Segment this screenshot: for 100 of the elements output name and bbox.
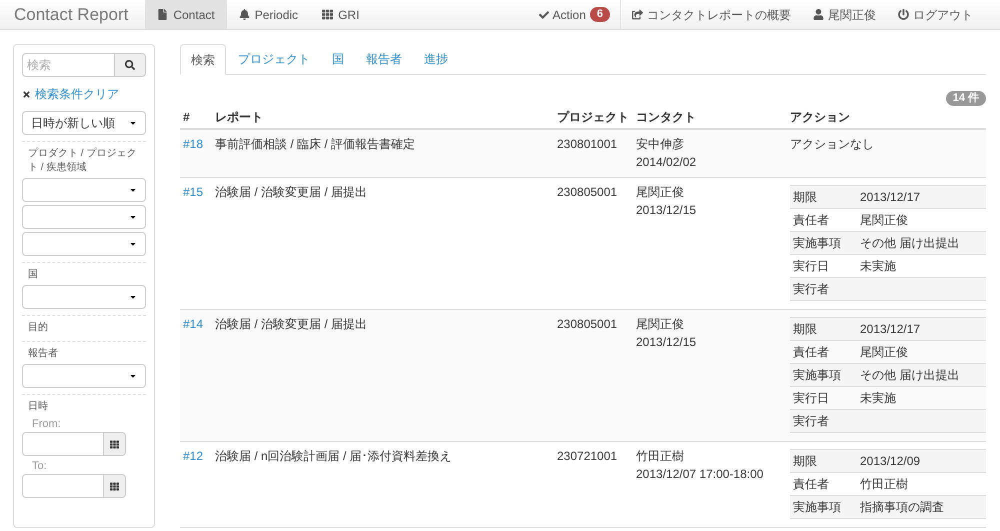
action-value: 未実施 bbox=[860, 258, 896, 275]
nav-link[interactable]: 尾関正俊 bbox=[802, 0, 887, 29]
project-code: 230805001 bbox=[557, 316, 618, 333]
action-label: 期限 bbox=[792, 453, 818, 470]
caret-icon bbox=[129, 186, 137, 194]
search-field[interactable]: 検索 bbox=[22, 53, 115, 77]
user-icon bbox=[813, 9, 824, 20]
dropdown[interactable] bbox=[22, 364, 146, 388]
action-value: その他 届け出提出 bbox=[860, 235, 960, 252]
action-link[interactable]: Action 6 bbox=[528, 0, 621, 29]
filter-label: 目的 bbox=[27, 321, 49, 335]
action-label: 実施事項 bbox=[792, 367, 842, 384]
filter-label: 国 bbox=[27, 268, 39, 282]
project-code: 230805001 bbox=[557, 184, 618, 201]
dropdown[interactable] bbox=[22, 232, 146, 256]
action-label: 実行日 bbox=[792, 390, 830, 407]
report-title: 治験届 / 治験変更届 / 届提出 bbox=[215, 184, 368, 201]
contact-date: 2013/12/15 bbox=[636, 334, 698, 351]
nav-tab[interactable]: Contact bbox=[145, 0, 227, 29]
action-label: 期限 bbox=[792, 321, 818, 338]
report-title: 事前評価相談 / 臨床 / 評価報告書確定 bbox=[215, 136, 416, 153]
caret-icon bbox=[129, 372, 137, 380]
action-label: 実行者 bbox=[792, 281, 830, 298]
tab[interactable]: 検索 bbox=[180, 44, 226, 75]
close-icon bbox=[22, 90, 31, 98]
action-label: 実行日 bbox=[792, 258, 830, 275]
contact-name: 尾関正俊 bbox=[636, 316, 685, 333]
action-label: 期限 bbox=[792, 189, 818, 206]
date-label: To: bbox=[31, 459, 48, 473]
nav-link[interactable]: コンタクトレポートの概要 bbox=[621, 0, 802, 29]
filter-label: 日時 bbox=[27, 400, 49, 414]
report-link[interactable]: #14 bbox=[180, 315, 215, 433]
caret-icon bbox=[129, 293, 137, 301]
tab[interactable]: プロジェクト bbox=[228, 43, 320, 74]
project-code: 230801001 bbox=[557, 136, 618, 153]
action-value: 2013/12/09 bbox=[860, 453, 920, 470]
action-value: 未実施 bbox=[860, 390, 896, 407]
column-header: コンタクト bbox=[636, 109, 697, 126]
report-title: 治験届 / 治験変更届 / 届提出 bbox=[215, 316, 368, 333]
search-icon bbox=[125, 60, 135, 70]
column-header: プロジェクト bbox=[557, 109, 630, 126]
action-value: その他 届け出提出 bbox=[860, 367, 960, 384]
grid-icon bbox=[322, 9, 334, 20]
contact-name: 竹田正樹 bbox=[636, 448, 685, 465]
action-label: 実施事項 bbox=[792, 499, 842, 516]
action-label: 実行者 bbox=[792, 413, 830, 430]
date-field[interactable] bbox=[22, 432, 104, 456]
action-value: 尾関正俊 bbox=[860, 212, 908, 229]
clear-filters-link[interactable]: 検索条件クリア bbox=[35, 85, 119, 103]
nav-tab[interactable]: Periodic bbox=[226, 0, 310, 29]
report-link[interactable]: #18 bbox=[180, 135, 215, 171]
filter-label: 報告者 bbox=[27, 347, 59, 361]
power-icon bbox=[898, 9, 909, 20]
nav-link[interactable]: ログアウト bbox=[887, 0, 984, 29]
project-code: 230721001 bbox=[557, 448, 618, 465]
report-link[interactable]: #12 bbox=[180, 447, 215, 519]
calendar-button[interactable] bbox=[104, 432, 126, 456]
tab[interactable]: 進捗 bbox=[414, 43, 458, 74]
action-label: 責任者 bbox=[792, 212, 830, 229]
calendar-button[interactable] bbox=[104, 474, 126, 498]
file-icon bbox=[157, 9, 168, 20]
action-value: 2013/12/17 bbox=[860, 321, 920, 338]
action-label: 責任者 bbox=[792, 476, 830, 493]
nav-tab[interactable]: GRI bbox=[310, 0, 372, 29]
dropdown[interactable] bbox=[22, 205, 146, 229]
caret-icon bbox=[129, 240, 137, 248]
date-field[interactable] bbox=[22, 474, 104, 498]
filter-label: プロダクト / プロジェクト / 疾患領域 bbox=[27, 147, 138, 175]
action-value: 尾関正俊 bbox=[860, 344, 908, 361]
column-header: アクション bbox=[790, 109, 851, 126]
action-label: 実施事項 bbox=[792, 235, 842, 252]
no-action-text: アクションなし bbox=[790, 137, 874, 151]
report-link[interactable]: #15 bbox=[180, 183, 215, 301]
count-badge: 6 bbox=[590, 7, 610, 22]
date-label: From: bbox=[31, 417, 62, 431]
action-value: 竹田正樹 bbox=[860, 476, 908, 493]
contact-date: 2014/02/02 bbox=[636, 154, 698, 171]
contact-name: 尾関正俊 bbox=[636, 184, 685, 201]
dropdown[interactable]: 日時が新しい順 bbox=[22, 111, 146, 135]
grid-icon bbox=[110, 482, 119, 490]
column-header: # bbox=[182, 109, 191, 126]
contact-name: 安中伸彦 bbox=[636, 136, 685, 153]
action-value: 2013/12/17 bbox=[860, 189, 920, 206]
dropdown[interactable] bbox=[22, 285, 146, 309]
search-button[interactable] bbox=[115, 53, 146, 77]
share-icon bbox=[632, 9, 643, 20]
column-header: レポート bbox=[215, 109, 264, 126]
tab[interactable]: 国 bbox=[322, 43, 354, 74]
contact-date: 2013/12/07 17:00-18:00 bbox=[636, 466, 764, 483]
count-badge: 14 件 bbox=[946, 91, 986, 106]
report-title: 治験届 / n回治験計画届 / 届･添付資料差換え bbox=[215, 448, 453, 465]
bell-icon bbox=[238, 9, 250, 20]
contact-date: 2013/12/15 bbox=[636, 202, 698, 219]
dropdown[interactable] bbox=[22, 178, 146, 202]
action-label: 責任者 bbox=[792, 344, 830, 361]
tab[interactable]: 報告者 bbox=[356, 43, 412, 74]
action-value: 指摘事項の調査 bbox=[860, 499, 944, 516]
app-title[interactable]: Contact Report bbox=[0, 0, 146, 29]
check-icon bbox=[538, 10, 549, 20]
caret-icon bbox=[129, 119, 137, 127]
